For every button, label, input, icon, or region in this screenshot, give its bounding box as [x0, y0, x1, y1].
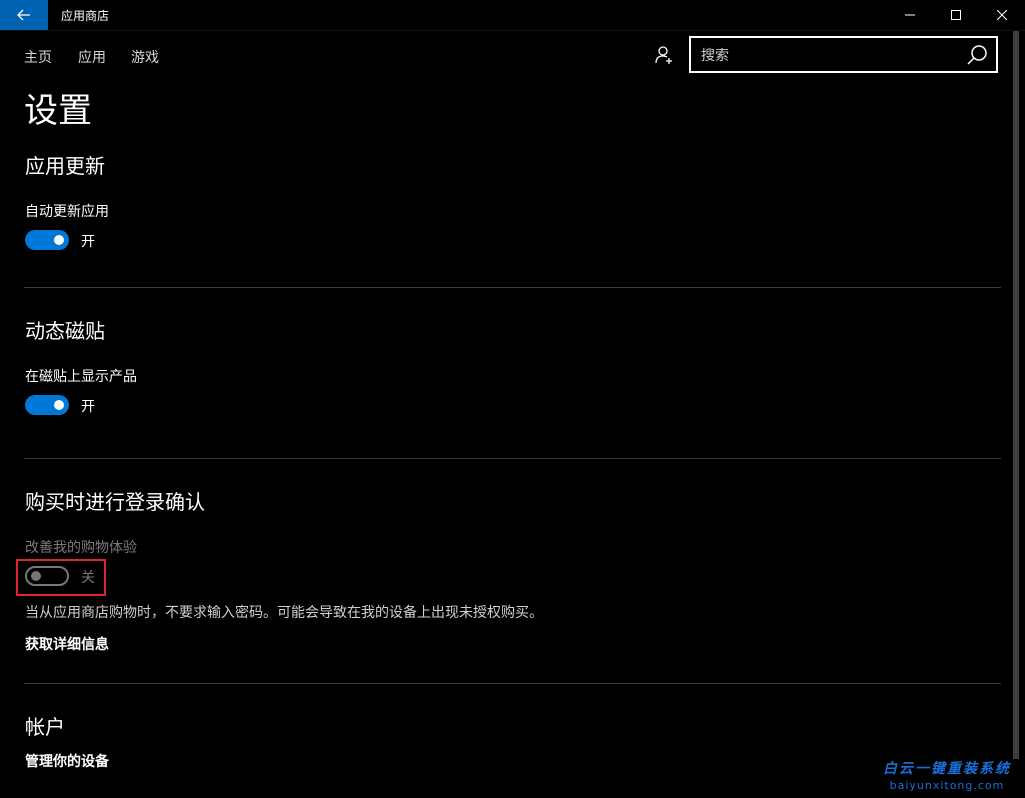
minimize-button[interactable]: [887, 0, 933, 30]
live-tiles-state: 开: [81, 399, 95, 415]
manage-devices-link[interactable]: 管理你的设备: [25, 751, 109, 771]
back-arrow-icon: [17, 9, 30, 21]
scrollbar[interactable]: [1013, 31, 1019, 759]
section-title-account: 帐户: [25, 715, 65, 739]
close-button[interactable]: [979, 0, 1025, 30]
auto-update-label: 自动更新应用: [25, 204, 109, 220]
maximize-button[interactable]: [933, 0, 979, 30]
account-add-icon[interactable]: [654, 45, 674, 65]
watermark-url: baiyunxitong.com: [889, 779, 1005, 792]
nav-apps[interactable]: 应用: [78, 47, 106, 67]
search-input[interactable]: [699, 38, 963, 73]
page-title: 设置: [24, 91, 92, 131]
divider: [24, 458, 1001, 459]
close-icon: [997, 10, 1007, 20]
nav-games[interactable]: 游戏: [131, 47, 159, 67]
divider: [24, 287, 1001, 288]
app-title: 应用商店: [61, 9, 110, 23]
purchase-signin-description: 当从应用商店购物时，不要求输入密码。可能会导致在我的设备上出现未授权购买。: [25, 605, 543, 621]
watermark: 白云一键重装系统 baiyunxitong.com: [883, 758, 1011, 792]
search-box[interactable]: [689, 36, 998, 73]
section-title-app-updates: 应用更新: [25, 154, 105, 178]
toggle-knob: [54, 400, 64, 410]
title-bar: 应用商店: [0, 0, 1025, 31]
toggle-knob: [54, 235, 64, 245]
section-title-purchase-signin: 购买时进行登录确认: [25, 490, 205, 514]
minimize-icon: [905, 14, 915, 16]
auto-update-state: 开: [81, 234, 95, 250]
watermark-title: 白云一键重装系统: [883, 761, 1011, 777]
auto-update-toggle[interactable]: [25, 230, 69, 250]
back-button[interactable]: [0, 0, 48, 30]
nav-home[interactable]: 主页: [24, 47, 52, 67]
live-tiles-toggle[interactable]: [25, 395, 69, 415]
section-title-live-tiles: 动态磁贴: [25, 319, 105, 343]
annotation-highlight-box: [16, 559, 106, 596]
live-tiles-label: 在磁贴上显示产品: [25, 369, 137, 385]
divider: [24, 683, 1001, 684]
maximize-icon: [951, 10, 961, 20]
learn-more-link[interactable]: 获取详细信息: [25, 634, 109, 654]
search-icon[interactable]: [966, 44, 988, 66]
purchase-signin-label: 改善我的购物体验: [25, 540, 137, 556]
